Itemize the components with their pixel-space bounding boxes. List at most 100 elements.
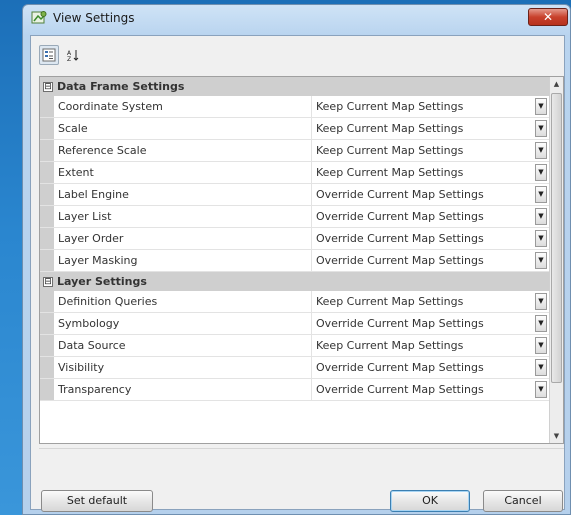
row-gutter — [40, 118, 54, 139]
dropdown-arrow-icon[interactable]: ▼ — [535, 381, 547, 398]
property-rows: ⊟ Data Frame Settings Coordinate System Kee… — [40, 77, 549, 401]
property-row[interactable]: Layer Order Override Current Map Settings… — [40, 228, 549, 250]
category-label: Data Frame Settings — [57, 80, 185, 93]
property-name: Visibility — [54, 357, 312, 378]
property-row[interactable]: Transparency Override Current Map Setting… — [40, 379, 549, 401]
scroll-up-icon[interactable]: ▲ — [550, 77, 563, 91]
close-button[interactable]: ✕ — [528, 8, 568, 26]
property-row[interactable]: Reference Scale Keep Current Map Settings… — [40, 140, 549, 162]
property-row[interactable]: Data Source Keep Current Map Settings ▼ — [40, 335, 549, 357]
dropdown-arrow-icon[interactable]: ▼ — [535, 315, 547, 332]
property-value: Override Current Map Settings — [316, 188, 484, 201]
sort-az-icon: A Z — [67, 50, 79, 62]
property-row[interactable]: Visibility Override Current Map Settings ▼ — [40, 357, 549, 379]
categorized-view-button[interactable] — [39, 45, 59, 65]
property-value: Keep Current Map Settings — [316, 339, 464, 352]
property-name: Data Source — [54, 335, 312, 356]
row-gutter — [40, 206, 54, 227]
property-value: Override Current Map Settings — [316, 232, 484, 245]
category-header[interactable]: ⊟ Layer Settings — [40, 272, 549, 291]
dropdown-arrow-icon[interactable]: ▼ — [535, 164, 547, 181]
property-value: Keep Current Map Settings — [316, 122, 464, 135]
property-value: Keep Current Map Settings — [316, 295, 464, 308]
row-gutter — [40, 313, 54, 334]
property-row[interactable]: Extent Keep Current Map Settings ▼ — [40, 162, 549, 184]
cancel-button[interactable]: Cancel — [483, 490, 563, 512]
dropdown-arrow-icon[interactable]: ▼ — [535, 120, 547, 137]
dropdown-arrow-icon[interactable]: ▼ — [535, 142, 547, 159]
property-value: Override Current Map Settings — [316, 317, 484, 330]
property-name: Definition Queries — [54, 291, 312, 312]
property-value-select[interactable]: Keep Current Map Settings ▼ — [312, 335, 549, 356]
property-grid: ⊟ Data Frame Settings Coordinate System Kee… — [39, 76, 564, 444]
property-value-select[interactable]: Override Current Map Settings ▼ — [312, 184, 549, 205]
property-value: Keep Current Map Settings — [316, 100, 464, 113]
dropdown-arrow-icon[interactable]: ▼ — [535, 337, 547, 354]
categorized-icon — [42, 48, 56, 62]
row-gutter — [40, 184, 54, 205]
collapse-icon[interactable]: ⊟ — [43, 81, 53, 92]
property-name: Coordinate System — [54, 96, 312, 117]
property-value-select[interactable]: Override Current Map Settings ▼ — [312, 379, 549, 400]
row-gutter — [40, 291, 54, 312]
property-name: Scale — [54, 118, 312, 139]
collapse-icon[interactable]: ⊟ — [43, 276, 53, 287]
dropdown-arrow-icon[interactable]: ▼ — [535, 252, 547, 269]
property-value-select[interactable]: Keep Current Map Settings ▼ — [312, 96, 549, 117]
row-gutter — [40, 140, 54, 161]
dropdown-arrow-icon[interactable]: ▼ — [535, 230, 547, 247]
window-title: View Settings — [53, 11, 135, 25]
property-value-select[interactable]: Override Current Map Settings ▼ — [312, 228, 549, 249]
scroll-down-icon[interactable]: ▼ — [550, 429, 563, 443]
property-value-select[interactable]: Override Current Map Settings ▼ — [312, 250, 549, 271]
svg-text:Z: Z — [67, 56, 71, 62]
property-value-select[interactable]: Override Current Map Settings ▼ — [312, 357, 549, 378]
property-name: Symbology — [54, 313, 312, 334]
dropdown-arrow-icon[interactable]: ▼ — [535, 186, 547, 203]
property-value-select[interactable]: Keep Current Map Settings ▼ — [312, 118, 549, 139]
toolbar: A Z — [39, 45, 83, 67]
dialog-body: A Z ⊟ Data Frame Settings Coordinate Syste… — [30, 35, 565, 512]
category-label: Layer Settings — [57, 275, 147, 288]
dropdown-arrow-icon[interactable]: ▼ — [535, 293, 547, 310]
property-name: Layer Order — [54, 228, 312, 249]
row-gutter — [40, 228, 54, 249]
alphabetical-view-button[interactable]: A Z — [63, 45, 83, 65]
property-row[interactable]: Symbology Override Current Map Settings ▼ — [40, 313, 549, 335]
row-gutter — [40, 96, 54, 117]
property-row[interactable]: Coordinate System Keep Current Map Settin… — [40, 96, 549, 118]
property-value-select[interactable]: Keep Current Map Settings ▼ — [312, 291, 549, 312]
view-settings-dialog: View Settings ✕ A Z ⊟ Data Frame Setting… — [22, 4, 571, 515]
property-row[interactable]: Scale Keep Current Map Settings ▼ — [40, 118, 549, 140]
property-value: Override Current Map Settings — [316, 383, 484, 396]
scroll-thumb[interactable] — [551, 93, 562, 383]
property-name: Layer Masking — [54, 250, 312, 271]
property-row[interactable]: Layer Masking Override Current Map Settin… — [40, 250, 549, 272]
row-gutter — [40, 250, 54, 271]
property-value: Keep Current Map Settings — [316, 144, 464, 157]
row-gutter — [40, 357, 54, 378]
property-value-select[interactable]: Override Current Map Settings ▼ — [312, 313, 549, 334]
row-gutter — [40, 162, 54, 183]
row-gutter — [40, 335, 54, 356]
property-row[interactable]: Layer List Override Current Map Settings ▼ — [40, 206, 549, 228]
property-value: Override Current Map Settings — [316, 254, 484, 267]
dropdown-arrow-icon[interactable]: ▼ — [535, 98, 547, 115]
property-row[interactable]: Label Engine Override Current Map Setting… — [40, 184, 549, 206]
description-area — [39, 448, 564, 488]
vertical-scrollbar[interactable]: ▲ ▼ — [549, 77, 563, 443]
property-name: Label Engine — [54, 184, 312, 205]
property-value: Override Current Map Settings — [316, 210, 484, 223]
property-value-select[interactable]: Keep Current Map Settings ▼ — [312, 162, 549, 183]
property-value-select[interactable]: Override Current Map Settings ▼ — [312, 206, 549, 227]
property-name: Extent — [54, 162, 312, 183]
dropdown-arrow-icon[interactable]: ▼ — [535, 208, 547, 225]
property-row[interactable]: Definition Queries Keep Current Map Setti… — [40, 291, 549, 313]
category-header[interactable]: ⊟ Data Frame Settings — [40, 77, 549, 96]
dropdown-arrow-icon[interactable]: ▼ — [535, 359, 547, 376]
title-bar[interactable]: View Settings ✕ — [23, 5, 570, 31]
property-value-select[interactable]: Keep Current Map Settings ▼ — [312, 140, 549, 161]
set-default-button[interactable]: Set default — [41, 490, 153, 512]
property-name: Layer List — [54, 206, 312, 227]
ok-button[interactable]: OK — [390, 490, 470, 512]
